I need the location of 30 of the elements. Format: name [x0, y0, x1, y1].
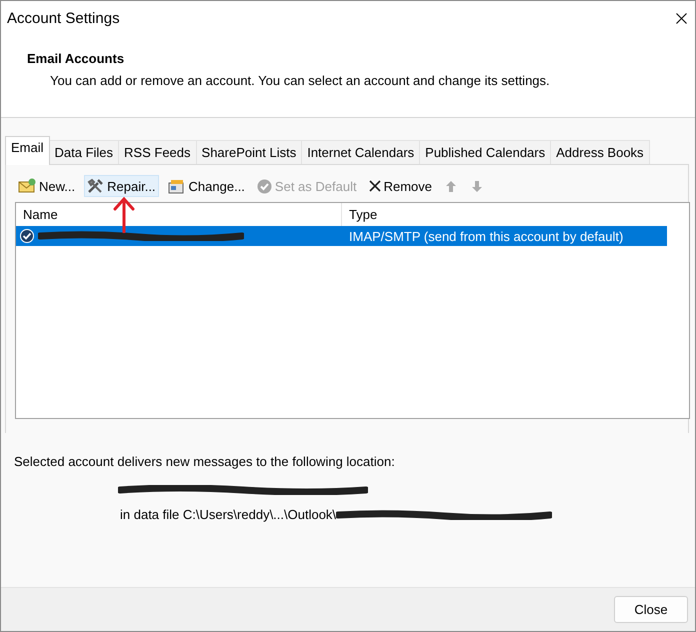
close-icon[interactable] — [676, 13, 687, 24]
up-arrow-icon — [446, 180, 456, 192]
window-title: Account Settings — [7, 10, 120, 27]
tab[interactable]: SharePoint Lists — [196, 140, 302, 164]
close-icon — [368, 180, 381, 192]
column-header[interactable]: Name — [16, 207, 58, 222]
toolbar-button[interactable]: Repair... — [84, 175, 159, 197]
tab[interactable]: Internet Calendars — [301, 140, 420, 164]
annotation-arrow — [113, 197, 135, 233]
down-arrow-icon — [472, 180, 482, 192]
toolbar-button[interactable]: Change... — [164, 175, 248, 197]
toolbar-button[interactable]: Remove — [366, 176, 435, 196]
tab[interactable]: Address Books — [550, 140, 650, 164]
envelope-icon — [18, 178, 36, 194]
delivery-label: Selected account delivers new messages to the following location: — [13, 453, 396, 469]
tab[interactable]: RSS Feeds — [118, 140, 197, 164]
tab[interactable]: Email — [5, 136, 50, 165]
section-description: You can add or remove an account. You can select an account and change its settings. — [50, 73, 551, 88]
data-file-path: in data file C:\Users\reddy\...\Outlook\ — [120, 507, 336, 522]
tools-icon — [87, 178, 104, 194]
check-circle-icon — [256, 178, 272, 194]
account-row[interactable]: IMAP/SMTP (send from this account by default) — [16, 226, 667, 246]
tab[interactable]: Data Files — [48, 140, 120, 164]
account-type: IMAP/SMTP (send from this account by default) — [348, 228, 624, 244]
tab[interactable]: Published Calendars — [419, 140, 552, 164]
section-title: Email Accounts — [27, 51, 126, 66]
close-button[interactable]: Close — [614, 596, 688, 623]
toolbar-button[interactable]: New... — [15, 175, 78, 197]
column-header[interactable]: Type — [342, 207, 378, 222]
card-icon — [168, 178, 186, 194]
